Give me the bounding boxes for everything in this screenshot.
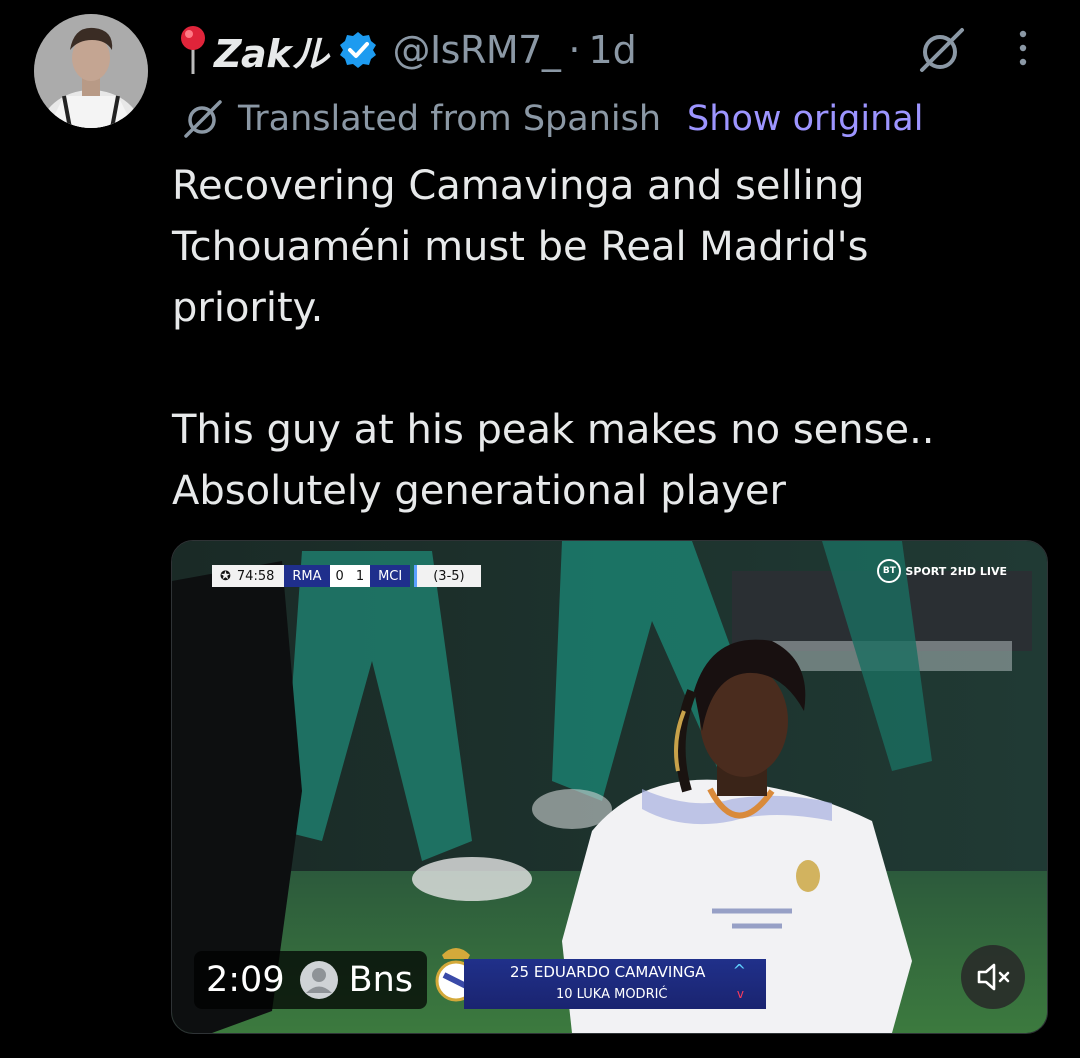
player-out: 10 LUKA MODRIĆ <box>556 987 668 1002</box>
avatar-image <box>34 14 148 128</box>
scorebug: ✪ 74:58 RMA 0 1 MCI (3-5) <box>212 565 481 587</box>
uploader-avatar-icon <box>299 961 338 999</box>
author-handle[interactable]: @IsRM7_ <box>392 28 560 72</box>
show-original-link[interactable]: Show original <box>687 99 923 139</box>
grok-icon[interactable] <box>916 24 968 76</box>
tweet-paragraph-2-line-1: This guy at his peak makes no sense.. <box>172 407 935 453</box>
aggregate-score: (3-5) <box>414 565 481 587</box>
match-clock-time: 74:58 <box>236 568 275 584</box>
home-team: RMA <box>284 565 330 587</box>
tweet-paragraph-1: Recovering Camavinga and selling Tchouam… <box>172 163 869 331</box>
champions-league-icon: ✪ <box>220 568 231 584</box>
author-avatar[interactable] <box>34 14 148 128</box>
match-clock: ✪ 74:58 <box>212 565 285 587</box>
video-duration: 2:09 <box>206 960 285 1000</box>
more-options-icon[interactable] <box>1010 28 1036 68</box>
round-pushpin-icon <box>181 26 205 74</box>
translation-notice: Translated from Spanish Show original <box>180 94 923 144</box>
verified-badge-icon[interactable] <box>338 30 378 70</box>
translate-icon <box>184 100 222 138</box>
tweet-paragraph-2-line-2: Absolutely generational player <box>172 468 786 514</box>
uploader-name[interactable]: Bns <box>349 960 413 1000</box>
broadcaster-logo: BT SPORT 2HD LIVE <box>877 559 1007 583</box>
unmute-button[interactable] <box>961 945 1025 1009</box>
video-player[interactable]: ✪ 74:58 RMA 0 1 MCI (3-5) BT SPORT 2HD L… <box>171 540 1048 1034</box>
tweet-timestamp[interactable]: 1d <box>588 28 636 72</box>
author-display-name[interactable]: Zakル <box>214 23 329 78</box>
away-team: MCI <box>370 565 411 587</box>
header-separator: · <box>568 28 581 72</box>
tweet-text: Recovering Camavinga and selling Tchouam… <box>172 156 1032 522</box>
substitution-graphic: 25 EDUARDO CAMAVINGA ^ 10 LUKA MODRIĆ v <box>464 959 766 1009</box>
speaker-muted-icon <box>977 963 1010 991</box>
sub-in-arrow-icon: ^ <box>732 961 746 980</box>
player-in: 25 EDUARDO CAMAVINGA <box>510 963 706 981</box>
bt-logo-icon: BT <box>877 559 902 583</box>
broadcaster-label: SPORT 2HD LIVE <box>905 564 1007 578</box>
away-score: 1 <box>349 565 371 587</box>
sub-out-arrow-icon: v <box>736 987 744 1001</box>
translated-label: Translated from Spanish <box>238 99 662 139</box>
tweet-header: Zakル @IsRM7_ · 1d <box>176 20 637 80</box>
video-duration-overlay: 2:09 Bns <box>194 951 428 1009</box>
home-score: 0 <box>329 565 350 587</box>
